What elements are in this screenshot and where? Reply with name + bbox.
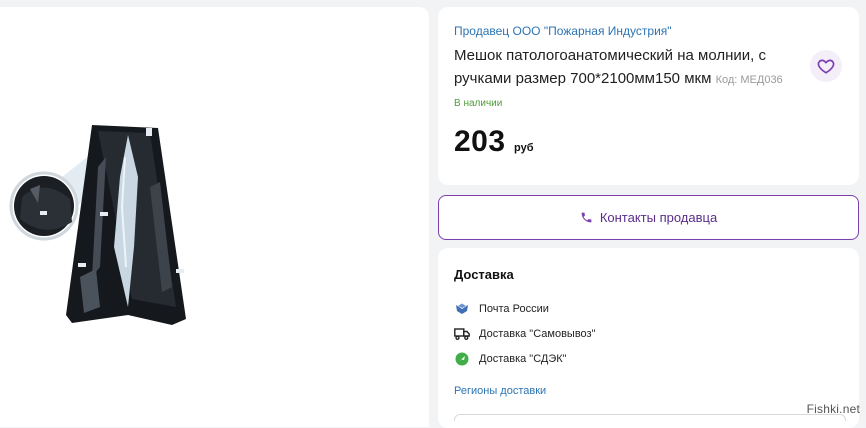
delivery-title: Доставка <box>454 267 514 282</box>
delivery-option-pickup: Доставка "Самовывоз" <box>454 326 595 342</box>
watermark: Fishki.net <box>806 402 860 416</box>
product-image-panel[interactable] <box>0 7 429 427</box>
favorite-button[interactable] <box>810 50 842 82</box>
cdek-icon <box>454 351 470 367</box>
product-title: Мешок патологоанатомический на молнии, с… <box>454 44 794 92</box>
contact-seller-label: Контакты продавца <box>599 210 718 225</box>
seller-link[interactable]: Продавец ООО "Пожарная Индустрия" <box>454 24 672 38</box>
stock-status: В наличии <box>454 98 503 109</box>
delivery-option-label: Доставка "СДЭК" <box>479 353 567 365</box>
russian-post-icon <box>454 301 470 317</box>
delivery-regions-link[interactable]: Регионы доставки <box>454 385 546 397</box>
delivery-option-label: Доставка "Самовывоз" <box>479 328 596 340</box>
product-code: Код: МЕД036 <box>715 74 783 86</box>
price: 203 руб <box>454 125 534 159</box>
contact-seller-button[interactable]: Контакты продавца <box>438 195 859 240</box>
truck-icon <box>454 326 470 342</box>
delivery-option-label: Почта России <box>479 303 549 315</box>
heart-icon <box>817 59 835 74</box>
price-currency: руб <box>514 142 534 154</box>
next-card-edge <box>454 414 846 421</box>
product-info-card: Продавец ООО "Пожарная Индустрия" Мешок … <box>438 7 859 185</box>
product-photo[interactable] <box>0 7 429 427</box>
delivery-option-russian-post: Почта России <box>454 301 549 317</box>
delivery-card: Доставка Почта России Доставка "Самовыво… <box>438 248 859 428</box>
delivery-option-cdek: Доставка "СДЭК" <box>454 351 567 367</box>
price-value: 203 <box>454 125 506 158</box>
phone-icon <box>581 212 592 223</box>
